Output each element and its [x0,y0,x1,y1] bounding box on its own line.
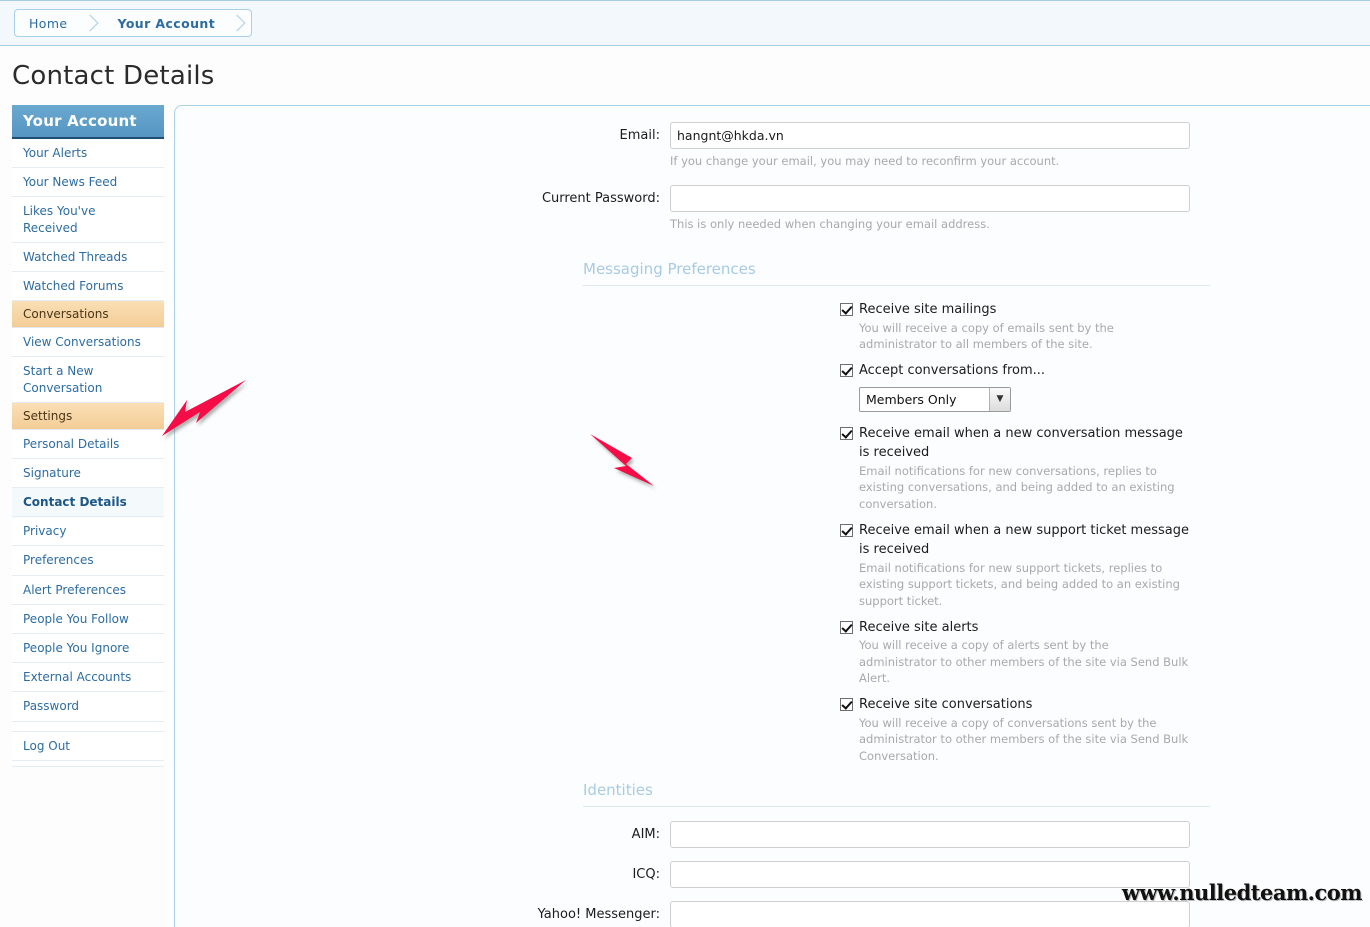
current-password-label: Current Password: [541,191,660,207]
sidebar-item-signature[interactable]: Signature [12,458,164,489]
checkbox-label-receive-site-mailings[interactable]: Receive site mailings [859,300,996,320]
preference-row-accept-conversations-from: Accept conversations from... Members Only… [840,361,1190,412]
accept-conversations-from-select[interactable]: Members Only [859,386,1011,412]
watermark: www.nulledteam.com [1121,880,1363,905]
checkbox-label-receive-site-alerts[interactable]: Receive site alerts [859,618,978,638]
breadcrumb: Home Your Account [14,9,253,37]
checkbox-description-receive-site-mailings: You will receive a copy of emails sent b… [859,320,1114,352]
sidebar-spacer [12,721,164,732]
checkbox-line: Receive email when a new conversation me… [840,424,1190,463]
checkbox-line: Receive site conversations [840,695,1190,715]
sidebar-item-people-you-ignore[interactable]: People You Ignore [12,634,164,664]
sidebar-end [12,760,164,767]
checkbox-label-receive-email-when-a-new-conversation-message-is-received[interactable]: Receive email when a new conversation me… [859,424,1190,463]
select-wrapper: Members Only ▼ [859,386,1190,412]
checkbox-label-receive-site-conversations[interactable]: Receive site conversations [859,695,1032,715]
identity-label-yahoo-messenger: Yahoo! Messenger: [537,906,660,922]
sidebar-item-watched-forums[interactable]: Watched Forums [12,271,164,302]
checkbox-line: Receive email when a new support ticket … [840,521,1190,560]
checkbox-description-receive-site-alerts: You will receive a copy of alerts sent b… [859,638,1189,686]
sidebar-item-alert-preferences[interactable]: Alert Preferences [12,575,164,605]
sidebar-item-password[interactable]: Password [12,692,164,722]
checkbox-receive-site-mailings[interactable] [840,303,853,317]
sidebar-item-privacy[interactable]: Privacy [12,517,164,547]
checkbox-description-receive-site-conversations: You will receive a copy of conversations… [859,715,1189,763]
checkbox-receive-email-when-a-new-conversation-message-is-received[interactable] [840,426,853,440]
sidebar-item-personal-details[interactable]: Personal Details [12,429,164,459]
checkbox-line: Receive site alerts [840,618,1190,638]
sidebar-group-conversations: Conversations [12,301,164,329]
email-input[interactable] [670,122,1190,149]
identity-input-aim[interactable] [670,820,1190,848]
identity-label-icq: ICQ: [632,866,660,882]
preference-row-receive-site-alerts: Receive site alerts You will receive a co… [840,618,1190,688]
sidebar-group-settings: Settings [12,402,164,430]
preference-row-receive-email-when-a-new-support-ticket-message-is-received: Receive email when a new support ticket … [840,521,1190,610]
checkbox-description-receive-email-when-a-new-support-ticket-message-is-received: Email notifications for new support tick… [859,560,1180,608]
checkbox-label-accept-conversations-from[interactable]: Accept conversations from... [859,361,1045,381]
current-password-hint: This is only needed when changing your e… [670,217,990,232]
sidebar-item-likes-you-ve-received[interactable]: Likes You've Received [12,197,164,243]
page-title: Contact Details [12,61,215,91]
identity-label-aim: AIM: [631,826,660,842]
sidebar-item-preferences[interactable]: Preferences [12,546,164,576]
checkbox-accept-conversations-from[interactable] [840,364,853,378]
email-label: Email: [619,128,660,143]
messaging-preferences-heading: Messaging Preferences [583,260,1210,287]
identity-row-aim: AIM: [175,820,1370,848]
email-hint: If you change your email, you may need t… [670,154,1060,168]
messaging-preferences-list: Receive site mailings You will receive a … [175,286,1370,764]
sidebar-item-your-alerts[interactable]: Your Alerts [12,139,164,169]
sidebar-item-external-accounts[interactable]: External Accounts [12,663,164,693]
current-password-input[interactable] [670,185,1190,213]
current-password-row: Current Password: This is only needed wh… [175,185,1370,244]
sidebar-item-contact-details[interactable]: Contact Details [12,488,164,518]
preference-row-receive-site-conversations: Receive site conversations You will recei… [840,695,1190,765]
checkbox-line: Accept conversations from... [840,361,1190,381]
checkbox-receive-site-alerts[interactable] [840,620,853,634]
sidebar-item-your-news-feed[interactable]: Your News Feed [12,168,164,198]
content-panel: Email: If you change your email, you may… [174,105,1370,927]
breadcrumb-separator-icon [82,10,104,36]
identities-list: AIM:ICQ:Yahoo! Messenger:Skype:Google Ta… [175,820,1370,927]
breadcrumb-separator-icon [229,10,251,36]
sidebar-item-watched-threads[interactable]: Watched Threads [12,242,164,272]
checkbox-line: Receive site mailings [840,300,1190,320]
identity-input-yahoo-messenger[interactable] [670,900,1190,927]
sidebar-item-people-you-follow[interactable]: People You Follow [12,604,164,634]
identities-heading: Identities [583,781,1210,807]
sidebar-item-start-a-new-conversation[interactable]: Start a New Conversation [12,357,164,403]
sidebar-header: Your Account [12,105,164,139]
breadcrumb-bar: Home Your Account [0,0,1370,46]
email-row: Email: If you change your email, you may… [175,122,1370,181]
identity-input-icq[interactable] [670,860,1190,888]
accept-conversations-select-holder: Members Only ▼ [859,386,1011,412]
preference-row-receive-site-mailings: Receive site mailings You will receive a … [840,300,1190,353]
preference-row-receive-email-when-a-new-conversation-message-is-received: Receive email when a new conversation me… [840,424,1190,513]
checkbox-receive-email-when-a-new-support-ticket-message-is-received[interactable] [840,523,853,537]
breadcrumb-item-your-account[interactable]: Your Account [104,10,230,36]
checkbox-receive-site-conversations[interactable] [840,698,853,712]
sidebar-item-log-out[interactable]: Log Out [12,731,164,761]
checkbox-description-receive-email-when-a-new-conversation-message-is-received: Email notifications for new conversation… [859,463,1175,511]
sidebar-item-view-conversations[interactable]: View Conversations [12,328,164,358]
sidebar: Your Account Your Alerts Your News Feed Li… [12,105,164,767]
checkbox-label-receive-email-when-a-new-support-ticket-message-is-received[interactable]: Receive email when a new support ticket … [859,521,1190,560]
breadcrumb-item-home[interactable]: Home [15,10,82,36]
